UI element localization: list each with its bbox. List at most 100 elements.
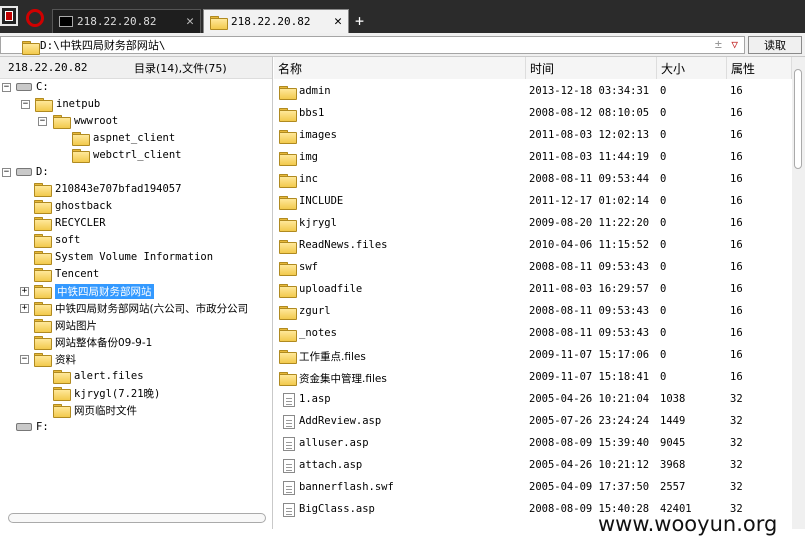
tab-label: 218.22.20.82 xyxy=(231,15,311,28)
file-row[interactable]: images 2011-08-03 12:02:13 0 16 xyxy=(274,125,792,147)
tab-label: 218.22.20.82 xyxy=(77,15,157,28)
tree-folder[interactable]: System Volume Information xyxy=(34,249,213,265)
tree-drive[interactable]: F: xyxy=(16,419,49,435)
tree-folder[interactable]: ghostback xyxy=(34,198,112,214)
column-header-name[interactable]: 名称 xyxy=(274,57,526,79)
file-attr: 16 xyxy=(730,349,743,361)
collapse-icon[interactable]: − xyxy=(2,168,11,177)
folder-icon xyxy=(34,302,52,316)
tree-folder[interactable]: RECYCLER xyxy=(34,215,106,231)
tree-folder[interactable]: inetpub xyxy=(35,96,100,112)
file-size: 0 xyxy=(660,129,667,141)
path-input[interactable]: D:\中铁四局财务部网站\ ± ▽ xyxy=(0,36,745,55)
tree-label: D: xyxy=(36,166,49,178)
tree-folder[interactable]: 网站图片 xyxy=(34,317,97,333)
file-row[interactable]: img 2011-08-03 11:44:19 0 16 xyxy=(274,147,792,169)
file-name: bbs1 xyxy=(299,107,325,119)
file-row[interactable]: 资金集中管理.files 2009-11-07 15:18:41 0 16 xyxy=(274,367,792,389)
collapse-icon[interactable]: − xyxy=(21,100,30,109)
horizontal-scrollbar[interactable] xyxy=(8,513,266,523)
tree-folder[interactable]: kjrygl(7.21晚) xyxy=(53,385,160,401)
folder-icon xyxy=(53,115,71,129)
column-header-attr[interactable]: 属性 xyxy=(727,57,792,79)
file-row[interactable]: inc 2008-08-11 09:53:44 0 16 xyxy=(274,169,792,191)
plus-minus-icon[interactable]: ± xyxy=(715,37,722,51)
tree-folder[interactable]: wwwroot xyxy=(53,113,118,129)
expand-icon[interactable]: + xyxy=(20,287,29,296)
tree-drive[interactable]: D: xyxy=(16,164,49,180)
folder-icon xyxy=(279,284,297,298)
file-name: img xyxy=(299,151,318,163)
tree-label: System Volume Information xyxy=(55,251,214,263)
new-tab-button[interactable]: + xyxy=(355,12,364,30)
file-row[interactable]: _notes 2008-08-11 09:53:43 0 16 xyxy=(274,323,792,345)
file-row[interactable]: attach.asp 2005-04-26 10:21:12 3968 32 xyxy=(274,455,792,477)
drive-icon xyxy=(16,423,32,431)
tree-folder[interactable]: 210843e707bfad194057 xyxy=(34,181,181,197)
tree-folder[interactable]: alert.files xyxy=(53,368,144,384)
collapse-icon[interactable]: − xyxy=(38,117,47,126)
file-row[interactable]: 1.asp 2005-04-26 10:21:04 1038 32 xyxy=(274,389,792,411)
folder-icon xyxy=(53,370,71,384)
file-name: _notes xyxy=(299,327,337,339)
tab-active[interactable]: 218.22.20.82 ✕ xyxy=(203,9,349,33)
dropdown-icon[interactable]: ▽ xyxy=(731,38,738,51)
expand-icon[interactable]: + xyxy=(20,304,29,313)
collapse-icon[interactable]: − xyxy=(20,355,29,364)
file-size: 0 xyxy=(660,195,667,207)
close-icon[interactable]: ✕ xyxy=(334,14,342,29)
file-name: uploadfile xyxy=(299,283,363,295)
file-row[interactable]: bbs1 2008-08-12 08:10:05 0 16 xyxy=(274,103,792,125)
directory-tree-pane: 218.22.20.82 目录(14),文件(75) − C: − inetpu… xyxy=(0,57,273,529)
file-time: 2008-08-11 09:53:44 xyxy=(529,173,650,185)
close-icon[interactable]: ✕ xyxy=(186,14,194,29)
scrollbar-thumb[interactable] xyxy=(794,69,802,169)
tree-label: inetpub xyxy=(56,98,101,110)
file-row[interactable]: kjrygl 2009-08-20 11:22:20 0 16 xyxy=(274,213,792,235)
file-list-pane: 名称 时间 大小 属性 admin 2013-12-18 03:34:31 0 16 b… xyxy=(274,57,805,529)
file-row[interactable]: zgurl 2008-08-11 09:53:43 0 16 xyxy=(274,301,792,323)
file-row[interactable]: swf 2008-08-11 09:53:43 0 16 xyxy=(274,257,792,279)
file-size: 0 xyxy=(660,327,667,339)
tab-inactive[interactable]: 218.22.20.82 ✕ xyxy=(52,9,201,33)
file-row[interactable]: ReadNews.files 2010-04-06 11:15:52 0 16 xyxy=(274,235,792,257)
folder-icon xyxy=(34,200,52,214)
tree-folder[interactable]: 中铁四局财务部网站(六公司、市政分公司 xyxy=(34,300,272,316)
folder-icon xyxy=(279,350,297,364)
file-icon xyxy=(283,415,295,429)
column-header-size[interactable]: 大小 xyxy=(657,57,727,79)
read-button[interactable]: 读取 xyxy=(748,36,802,54)
tree-label: wwwroot xyxy=(74,115,119,127)
tree-folder[interactable]: aspnet_client xyxy=(72,130,175,146)
tree-folder[interactable]: 资料 xyxy=(34,351,76,367)
tree-folder[interactable]: soft xyxy=(34,232,80,248)
tree-folder[interactable]: 网站整体备份09-9-1 xyxy=(34,334,152,350)
column-header-time[interactable]: 时间 xyxy=(526,57,657,79)
file-row[interactable]: AddReview.asp 2005-07-26 23:24:24 1449 32 xyxy=(274,411,792,433)
file-size: 0 xyxy=(660,173,667,185)
tree-drive[interactable]: C: xyxy=(16,79,49,95)
file-row[interactable]: uploadfile 2011-08-03 16:29:57 0 16 xyxy=(274,279,792,301)
file-time: 2008-08-12 08:10:05 xyxy=(529,107,650,119)
tree-folder[interactable]: 网页临时文件 xyxy=(53,402,137,418)
file-row[interactable]: alluser.asp 2008-08-09 15:39:40 9045 32 xyxy=(274,433,792,455)
tree-folder[interactable]: webctrl_client xyxy=(72,147,182,163)
file-name: 资金集中管理.files xyxy=(299,373,387,385)
file-row[interactable]: INCLUDE 2011-12-17 01:02:14 0 16 xyxy=(274,191,792,213)
file-time: 2005-04-09 17:37:50 xyxy=(529,481,650,493)
file-size: 9045 xyxy=(660,437,686,449)
file-size: 3968 xyxy=(660,459,686,471)
app-icon[interactable] xyxy=(0,6,18,26)
file-row[interactable]: admin 2013-12-18 03:34:31 0 16 xyxy=(274,81,792,103)
file-row[interactable]: bannerflash.swf 2005-04-09 17:37:50 2557 32 xyxy=(274,477,792,499)
file-attr: 32 xyxy=(730,393,743,405)
collapse-icon[interactable]: − xyxy=(2,83,11,92)
vertical-scrollbar[interactable] xyxy=(792,57,805,529)
record-icon[interactable] xyxy=(26,9,44,27)
file-time: 2005-07-26 23:24:24 xyxy=(529,415,650,427)
watermark: www.wooyun.org xyxy=(598,512,778,536)
tree-folder[interactable]: Tencent xyxy=(34,266,99,282)
folder-icon xyxy=(53,387,71,401)
tree-folder-selected[interactable]: 中铁四局财务部网站 xyxy=(34,283,154,299)
file-row[interactable]: 工作重点.files 2009-11-07 15:17:06 0 16 xyxy=(274,345,792,367)
